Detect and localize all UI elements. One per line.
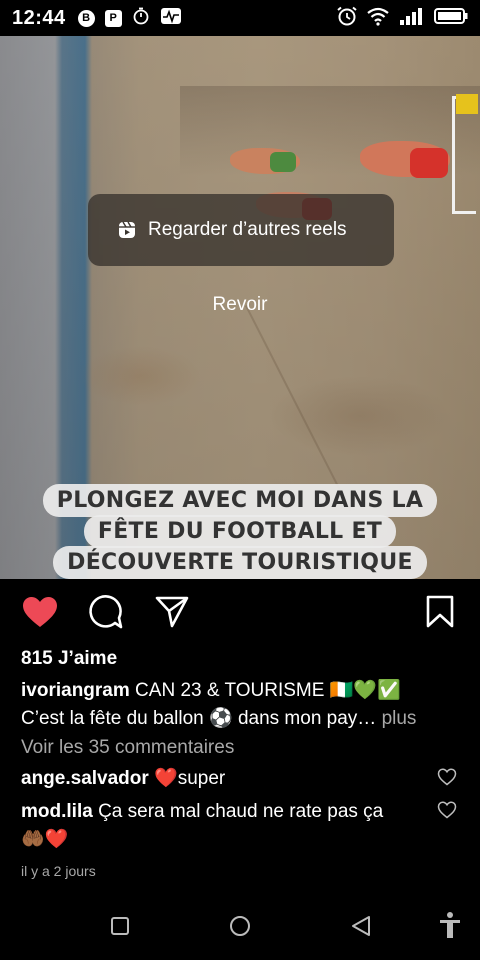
comment-icon — [89, 595, 123, 629]
comment-text-line2: 🤲🏾❤️ — [21, 829, 69, 850]
video-caption-banner: PLONGEZ AVEC MOI DANS LA FÊTE DU FOOTBAL… — [0, 484, 480, 579]
comment-like-heart-icon[interactable] — [437, 767, 457, 787]
video-caption-line: PLONGEZ AVEC MOI DANS LA — [42, 484, 438, 517]
save-button[interactable] — [422, 594, 458, 630]
reels-icon — [119, 221, 135, 238]
comment-item: mod.lila Ça sera mal chaud ne rate pas ç… — [21, 798, 431, 854]
post-author-username[interactable]: ivoriangram — [21, 680, 130, 701]
back-button[interactable] — [348, 913, 374, 939]
post-action-bar — [0, 579, 480, 645]
video-player-2-shorts — [270, 152, 296, 172]
system-nav-bar — [0, 900, 480, 960]
status-bar: 12:44 B P — [0, 0, 480, 36]
reel-video[interactable]: Regarder d’autres reels Revoir PLONGEZ A… — [0, 36, 480, 579]
comment-item: ange.salvador ❤️super — [21, 765, 431, 793]
post-timestamp: il y a 2 jours — [21, 863, 96, 879]
status-time: 12:44 — [12, 6, 66, 29]
status-icons-right — [336, 6, 468, 31]
watch-more-reels-button[interactable]: Regarder d’autres reels — [88, 194, 394, 266]
share-button[interactable] — [154, 594, 190, 630]
stopwatch-icon — [132, 7, 150, 30]
caption-text-line2: C’est la fête du ballon ⚽ dans mon pay… — [21, 708, 377, 729]
rewatch-button[interactable]: Revoir — [0, 294, 480, 316]
heart-icon — [23, 597, 57, 627]
like-button[interactable] — [22, 594, 58, 630]
likes-count[interactable]: 815 J’aime — [21, 648, 117, 670]
bookmark-icon — [426, 595, 454, 628]
video-goal-pad — [456, 94, 478, 114]
home-button[interactable] — [227, 913, 253, 939]
comment-username[interactable]: ange.salvador — [21, 768, 149, 789]
alarm-icon — [336, 6, 358, 31]
activity-icon — [160, 7, 182, 30]
status-icons-left: B P — [77, 7, 182, 30]
video-caption-line: FÊTE DU FOOTBALL ET — [83, 515, 397, 548]
b-badge-icon: B — [77, 9, 95, 27]
share-icon — [155, 596, 189, 628]
video-caption-line: DÉCOUVERTE TOURISTIQUE — [53, 546, 427, 579]
recents-button[interactable] — [108, 914, 132, 938]
signal-icon — [398, 6, 426, 31]
battery-icon — [434, 6, 468, 31]
comment-text: ❤️super — [148, 768, 226, 789]
caption-text: CAN 23 & TOURISME 🇨🇮💚✅ — [129, 680, 401, 701]
p-square-icon: P — [104, 9, 122, 27]
accessibility-icon — [440, 912, 460, 938]
recents-square-icon — [111, 917, 129, 935]
home-circle-icon — [230, 916, 250, 936]
post-caption[interactable]: ivoriangram CAN 23 & TOURISME 🇨🇮💚✅ C’est… — [21, 677, 461, 733]
comment-button[interactable] — [88, 594, 124, 630]
watch-more-reels-label: Regarder d’autres reels — [148, 219, 347, 240]
video-ground-line — [245, 305, 352, 511]
caption-more-link[interactable]: plus — [376, 708, 417, 729]
accessibility-button[interactable] — [436, 910, 464, 940]
wifi-icon — [366, 6, 390, 31]
view-all-comments-link[interactable]: Voir les 35 commentaires — [21, 737, 234, 759]
comment-text: Ça sera mal chaud ne rate pas ça — [92, 801, 384, 822]
comment-username[interactable]: mod.lila — [21, 801, 93, 822]
video-player-1-shorts — [410, 148, 448, 178]
back-triangle-icon — [352, 916, 370, 936]
comment-like-heart-icon[interactable] — [437, 800, 457, 820]
